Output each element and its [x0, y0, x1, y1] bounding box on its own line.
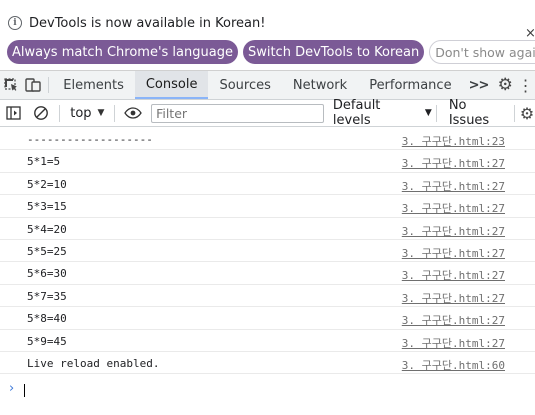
tab-network[interactable]: Network: [282, 71, 358, 99]
message-text: 5*5=25: [27, 244, 67, 258]
more-options-icon[interactable]: ⋮: [516, 71, 535, 99]
console-settings-gear-icon[interactable]: ⚙: [519, 100, 535, 127]
sidebar-toggle-icon[interactable]: [0, 100, 28, 127]
message-source-link[interactable]: 3. 구구단.html:27: [402, 223, 505, 239]
toolbar-divider: [514, 104, 516, 122]
message-source-link[interactable]: 3. 구구단.html:27: [402, 290, 505, 306]
dont-show-again-button[interactable]: Don't show again: [429, 40, 535, 64]
match-language-button[interactable]: Always match Chrome's language: [7, 40, 238, 64]
console-message: Live reload enabled. 3. 구구단.html:60: [0, 352, 535, 375]
switch-to-korean-button[interactable]: Switch DevTools to Korean: [242, 40, 425, 64]
inspect-element-icon[interactable]: [0, 71, 22, 99]
message-text: Live reload enabled.: [27, 356, 160, 370]
message-text: 5*6=30: [27, 267, 67, 281]
context-selector[interactable]: top ▼: [64, 106, 110, 121]
message-source-link[interactable]: 3. 구구단.html:27: [402, 155, 505, 171]
message-source-link[interactable]: 3. 구구단.html:27: [402, 267, 505, 283]
issues-counter[interactable]: No Issues: [449, 98, 510, 128]
message-source-link[interactable]: 3. 구구단.html:23: [402, 133, 505, 149]
console-message: 5*3=15 3. 구구단.html:27: [0, 195, 535, 218]
toolbar-divider: [435, 104, 437, 122]
message-text: 5*9=45: [27, 334, 67, 348]
dropdown-caret-icon: ▼: [97, 108, 105, 118]
more-tabs-icon[interactable]: >>: [463, 71, 495, 99]
message-source-link[interactable]: 3. 구구단.html:27: [402, 312, 505, 328]
tab-console[interactable]: Console: [134, 71, 209, 99]
clear-console-icon[interactable]: [28, 100, 56, 127]
text-cursor: [24, 384, 25, 397]
console-message: ------------------- 3. 구구단.html:23: [0, 128, 535, 151]
toolbar-divider: [47, 77, 49, 93]
console-prompt[interactable]: ›: [0, 380, 535, 400]
console-message: 5*7=35 3. 구구단.html:27: [0, 285, 535, 308]
message-text: 5*2=10: [27, 177, 67, 191]
live-expression-eye-icon[interactable]: [119, 100, 147, 127]
settings-gear-icon[interactable]: ⚙: [494, 71, 516, 99]
console-message: 5*2=10 3. 구구단.html:27: [0, 173, 535, 196]
tab-performance[interactable]: Performance: [358, 71, 462, 99]
message-text: 5*1=5: [27, 155, 61, 169]
close-infobar-icon[interactable]: ×: [525, 26, 535, 41]
console-message: 5*5=25 3. 구구단.html:27: [0, 240, 535, 263]
message-source-link[interactable]: 3. 구구단.html:60: [402, 357, 505, 373]
log-levels-dropdown[interactable]: Default levels ▼: [333, 98, 432, 128]
console-message: 5*6=30 3. 구구단.html:27: [0, 262, 535, 285]
message-source-link[interactable]: 3. 구구단.html:27: [402, 335, 505, 351]
infobar-message-row: i DevTools is now available in Korean!: [8, 14, 265, 32]
dropdown-caret-icon: ▼: [424, 108, 432, 118]
infobar-message: DevTools is now available in Korean!: [29, 15, 266, 31]
console-toolbar: top ▼ Default levels ▼ No Issues ⚙: [0, 98, 535, 128]
devtools-tab-bar: Elements Console Sources Network Perform…: [0, 71, 535, 100]
device-toolbar-icon[interactable]: [22, 71, 44, 99]
console-messages: ------------------- 3. 구구단.html:23 5*1=5 3…: [0, 128, 535, 375]
message-text: -------------------: [27, 133, 153, 146]
message-text: 5*8=40: [27, 312, 67, 326]
prompt-chevron-icon: ›: [9, 381, 15, 396]
console-message: 5*1=5 3. 구구단.html:27: [0, 150, 535, 173]
toolbar-divider: [59, 104, 61, 122]
info-icon: i: [8, 16, 22, 30]
tab-sources[interactable]: Sources: [208, 71, 281, 99]
log-levels-label: Default levels: [332, 98, 381, 128]
language-infobar: i DevTools is now available in Korean! ×…: [0, 0, 535, 71]
infobar-buttons: Always match Chrome's language Switch De…: [7, 40, 535, 64]
filter-input[interactable]: [151, 103, 324, 123]
message-text: 5*3=15: [27, 200, 67, 214]
message-text: 5*7=35: [27, 289, 67, 303]
message-source-link[interactable]: 3. 구구단.html:27: [402, 245, 505, 261]
message-source-link[interactable]: 3. 구구단.html:27: [402, 178, 505, 194]
context-label: top: [70, 105, 92, 121]
console-message: 5*8=40 3. 구구단.html:27: [0, 307, 535, 330]
message-source-link[interactable]: 3. 구구단.html:27: [402, 200, 505, 216]
console-message: 5*4=20 3. 구구단.html:27: [0, 218, 535, 240]
tab-elements[interactable]: Elements: [52, 71, 135, 99]
toolbar-divider: [114, 104, 116, 122]
console-message: 5*9=45 3. 구구단.html:27: [0, 330, 535, 352]
message-text: 5*4=20: [27, 222, 67, 236]
